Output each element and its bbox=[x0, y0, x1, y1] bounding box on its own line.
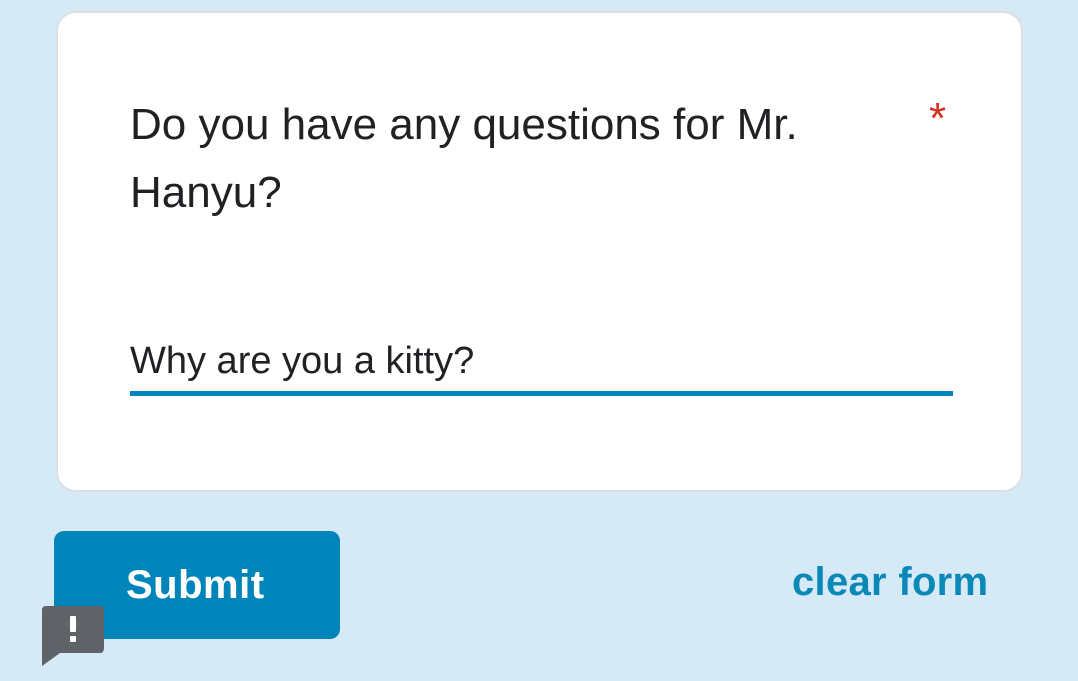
answer-input[interactable] bbox=[130, 331, 953, 396]
question-title: Do you have any questions for Mr. Hanyu? bbox=[130, 100, 798, 217]
question-card: Do you have any questions for Mr. Hanyu?… bbox=[56, 11, 1023, 492]
clear-form-link[interactable]: clear form bbox=[792, 560, 988, 605]
required-asterisk: * bbox=[929, 94, 947, 143]
report-feedback-icon[interactable] bbox=[42, 606, 104, 666]
